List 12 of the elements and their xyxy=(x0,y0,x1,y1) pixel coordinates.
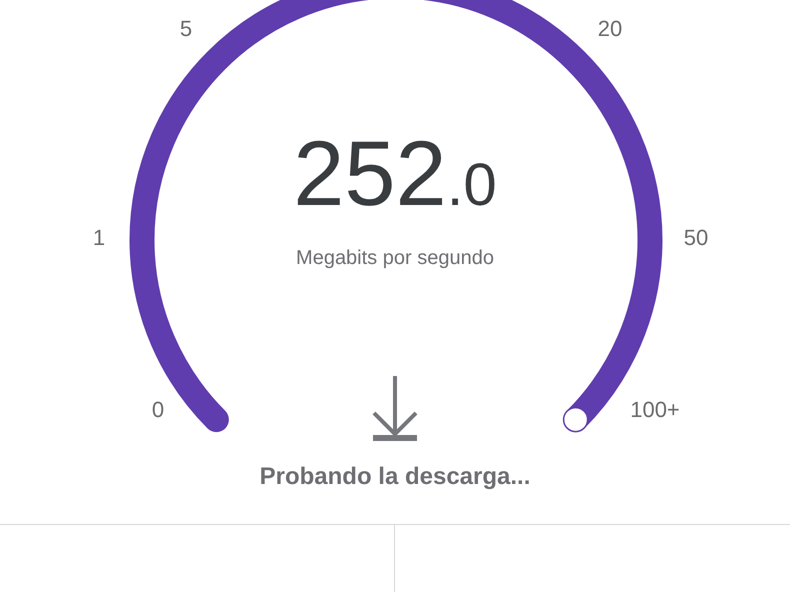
scale-label: 5 xyxy=(180,18,192,40)
speed-decimal: .0 xyxy=(446,155,497,215)
scale-label: 1 xyxy=(92,227,106,249)
unit-label: Megabits por segundo xyxy=(296,246,494,271)
gauge-knob xyxy=(562,406,588,432)
scale-label: 50 xyxy=(684,227,708,249)
status-text: Probando la descarga... xyxy=(260,462,530,492)
scale-label: 100+ xyxy=(630,399,680,421)
scale-label: 20 xyxy=(598,18,622,40)
scale-label: 0 xyxy=(152,399,164,421)
download-icon xyxy=(372,376,418,442)
speed-value: 252 xyxy=(293,128,447,220)
